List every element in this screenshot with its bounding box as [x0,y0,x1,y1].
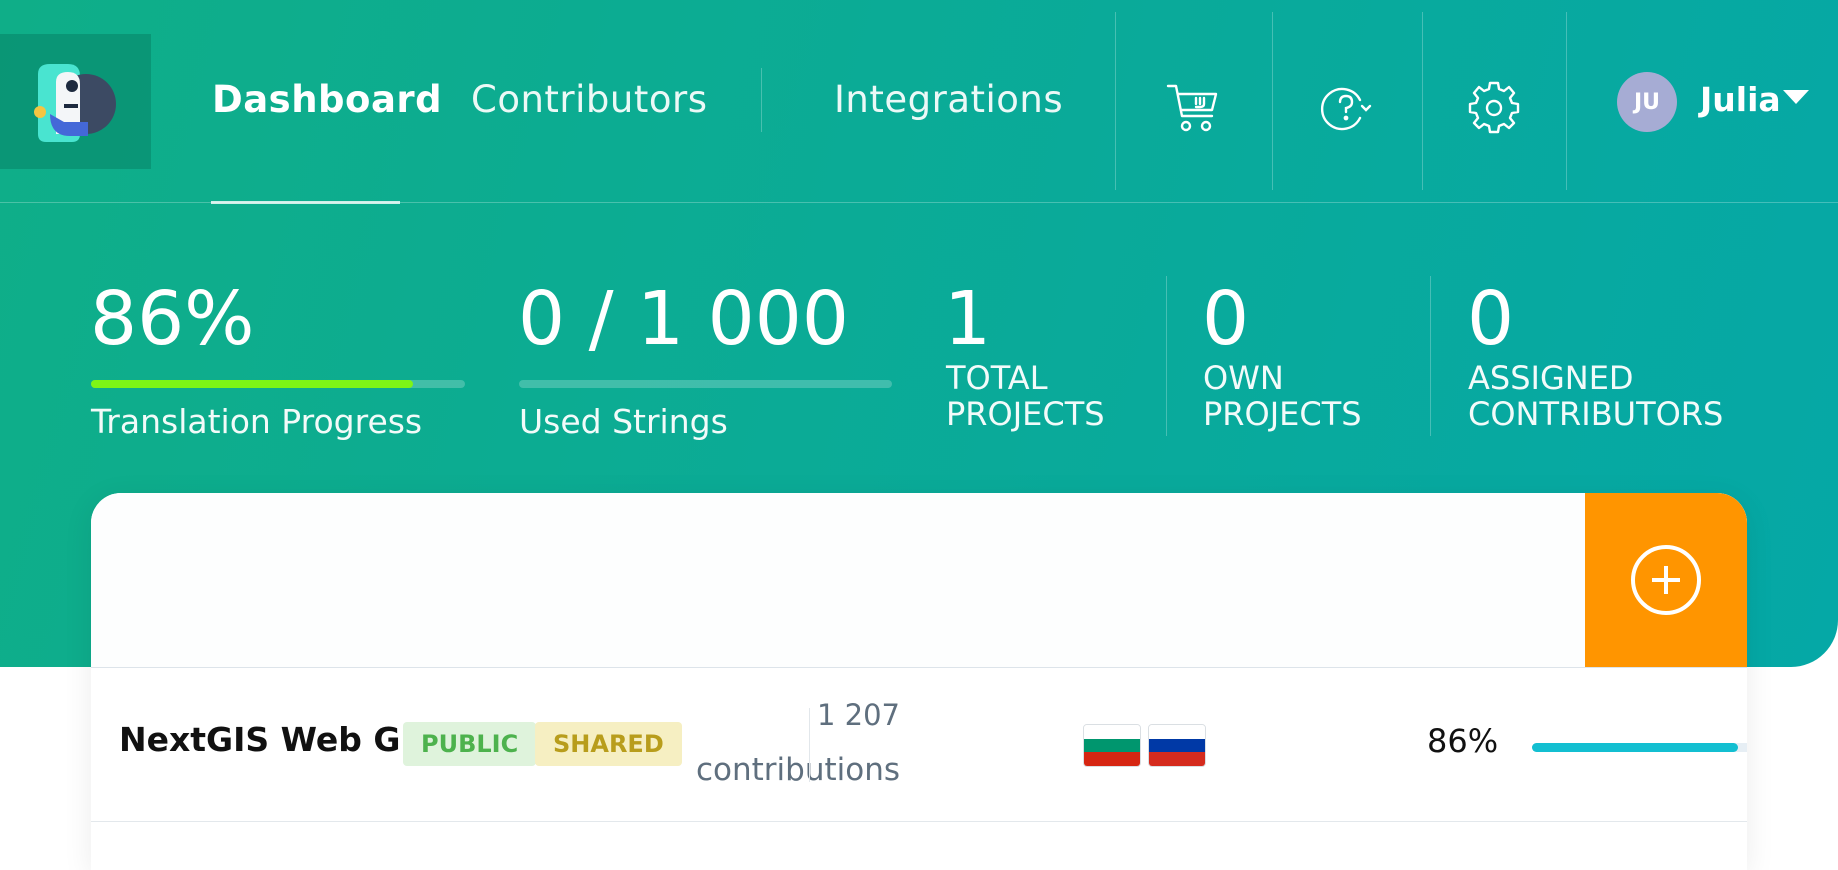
total-projects-value: 1 [944,276,992,362]
add-project-button[interactable] [1585,493,1747,667]
project-progress-percent: 86% [1427,722,1499,760]
label-line: CONTRIBUTORS [1468,395,1724,433]
nav-divider [761,68,762,132]
translation-progress-fill [91,380,413,388]
translation-progress-bar [91,380,465,388]
translation-progress-label: Translation Progress [91,402,423,441]
app-logo[interactable] [0,34,151,169]
nav-dashboard[interactable]: Dashboard [212,78,442,121]
top-navigation: Dashboard Contributors Integrations JU J… [0,0,1838,204]
used-strings-label: Used Strings [519,402,728,441]
nav-integrations[interactable]: Integrations [834,78,1063,121]
used-strings-bar [519,380,892,388]
active-tab-indicator [211,201,400,204]
table-row[interactable]: NextGIS Web GUI PUBLIC SHARED 1 207 cont… [91,667,1747,822]
project-progress-bar [1532,743,1747,752]
column-divider [809,708,810,782]
nav-divider [1115,12,1116,190]
gear-icon[interactable] [1466,80,1522,136]
used-strings-value: 0 / 1 000 [518,276,849,362]
avatar[interactable]: JU [1617,72,1677,132]
chevron-down-icon[interactable] [1783,90,1809,104]
projects-card-header [91,493,1747,667]
own-projects-value: 0 [1202,276,1250,362]
label-line: PROJECTS [1203,395,1362,433]
cart-icon[interactable] [1166,80,1222,136]
nav-divider [1566,12,1567,190]
label-line: PROJECTS [946,395,1105,433]
label-line: OWN [1203,359,1284,397]
parrot-logo-icon [34,64,116,142]
user-name[interactable]: Julia [1700,80,1781,119]
projects-card: NextGIS Web GUI PUBLIC SHARED 1 207 cont… [91,493,1747,870]
contributions-count: 1 207 [816,698,900,732]
plus-circle-icon [1631,545,1701,615]
project-name[interactable]: NextGIS Web GUI [119,720,440,759]
contributions-label: contributions [695,752,900,788]
nav-contributors[interactable]: Contributors [471,78,708,121]
russian-flag-icon[interactable] [1148,724,1206,767]
bulgarian-flag-icon[interactable] [1083,724,1141,767]
label-line: TOTAL [946,359,1048,397]
stat-divider [1166,276,1167,436]
total-projects-label: TOTAL PROJECTS [946,360,1105,432]
own-projects-label: OWN PROJECTS [1203,360,1362,432]
nav-divider [1272,12,1273,190]
public-badge: PUBLIC [403,722,537,766]
assigned-contributors-label: ASSIGNED CONTRIBUTORS [1468,360,1723,432]
project-progress-fill [1532,743,1739,752]
assigned-contributors-value: 0 [1467,276,1515,362]
help-icon[interactable] [1318,80,1374,136]
label-line: ASSIGNED [1468,359,1634,397]
stat-divider [1430,276,1431,436]
nav-divider [1422,12,1423,190]
translation-progress-value: 86% [90,276,255,362]
